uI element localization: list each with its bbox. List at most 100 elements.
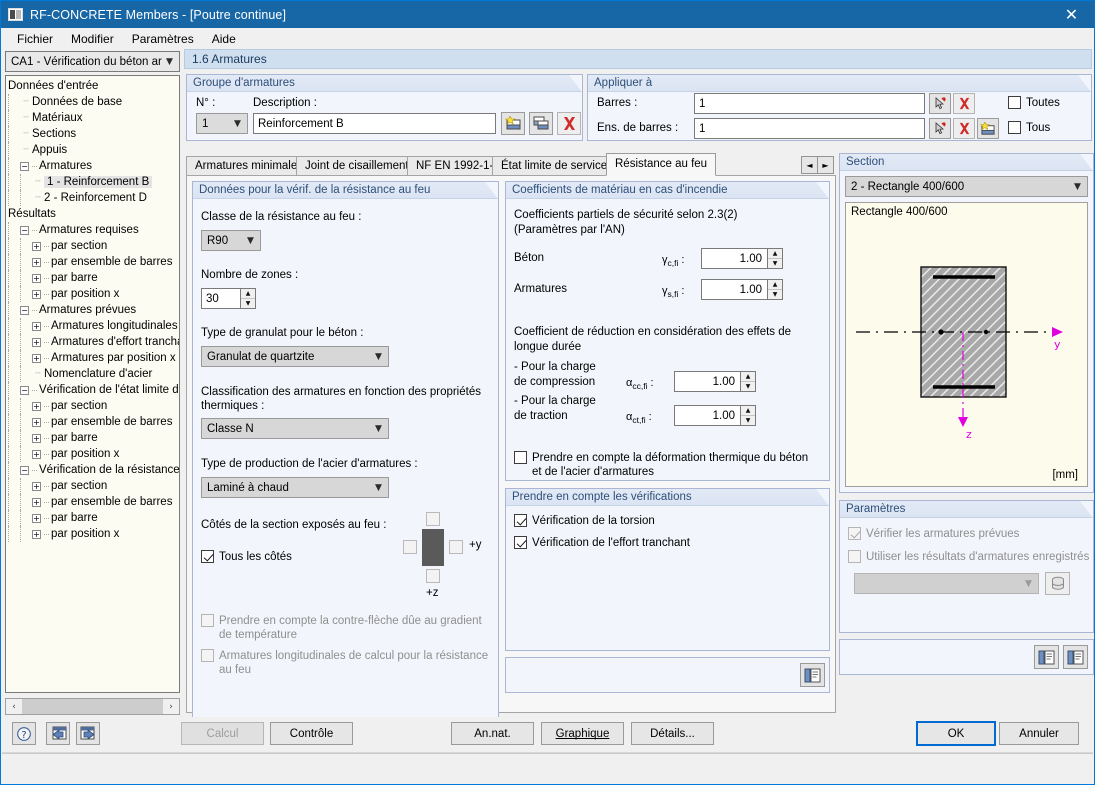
tab-joint-de-cisaillement[interactable]: Joint de cisaillement	[296, 156, 418, 175]
tree-item[interactable]: + par barre	[8, 510, 179, 526]
tree-item[interactable]: Résultats	[8, 206, 179, 222]
clear-bars-icon[interactable]	[953, 93, 975, 114]
tree-expand-icon[interactable]: +	[32, 449, 41, 459]
tree-expand-icon[interactable]: +	[32, 401, 41, 411]
reinforcement-spin-buttons[interactable]: ▲ ▼	[767, 279, 783, 300]
tree-expand-icon[interactable]: +	[32, 289, 41, 299]
spin-down-icon[interactable]: ▼	[768, 259, 782, 268]
tree-item[interactable]: + par section	[8, 398, 179, 414]
tree-item[interactable]: ┄ 1 - Reinforcement B	[8, 174, 179, 190]
steel-production-combo[interactable]: Laminé à chaud ▼	[201, 477, 389, 498]
aggregate-combo[interactable]: Granulat de quartzite ▼	[201, 346, 389, 367]
tree-item[interactable]: ┄ 2 - Reinforcement D	[8, 190, 179, 206]
database-icon[interactable]	[1045, 572, 1070, 595]
tree-collapse-icon[interactable]: −	[20, 161, 29, 171]
alpha-ct-input[interactable]: 1.00	[674, 405, 740, 426]
tree-expand-icon[interactable]: +	[32, 353, 41, 363]
tree-collapse-icon[interactable]: −	[20, 225, 29, 235]
menu-item-fichier[interactable]: Fichier	[8, 30, 62, 48]
spin-up-icon[interactable]: ▲	[741, 372, 755, 382]
spin-down-icon[interactable]: ▼	[741, 416, 755, 425]
tree-item[interactable]: + par ensemble de barres	[8, 494, 179, 510]
tree-expand-icon[interactable]: +	[32, 337, 41, 347]
alpha-ct-stepper[interactable]: 1.00 ▲ ▼	[674, 405, 756, 426]
an-nat-button[interactable]: An.nat.	[451, 722, 534, 745]
graphique-button[interactable]: Graphique	[541, 722, 624, 745]
tree-item[interactable]: − Vérification de la résistance au	[8, 462, 179, 478]
tab-prev-icon[interactable]: ◄	[801, 156, 818, 174]
scroll-left-icon[interactable]: ‹	[6, 702, 22, 712]
classification-combo[interactable]: Classe N ▼	[201, 418, 389, 439]
new-bar-set-icon[interactable]	[977, 118, 999, 139]
tree-item[interactable]: + Armatures longitudinales	[8, 318, 179, 334]
details-button[interactable]: Détails...	[631, 722, 714, 745]
calcul-button[interactable]: Calcul	[181, 722, 264, 745]
tab-resistance-au-feu[interactable]: Résistance au feu	[606, 153, 717, 176]
tree-item[interactable]: + par barre	[8, 270, 179, 286]
prev-icon[interactable]	[46, 722, 70, 745]
zones-spin-buttons[interactable]: ▲ ▼	[240, 288, 256, 309]
menu-item-modifier[interactable]: Modifier	[62, 30, 123, 48]
tree-expand-icon[interactable]: +	[32, 241, 41, 251]
bar-sets-input[interactable]: 1	[694, 118, 925, 139]
next-icon[interactable]	[76, 722, 100, 745]
alpha-ct-spin-buttons[interactable]: ▲ ▼	[740, 405, 756, 426]
tree-expand-icon[interactable]: +	[32, 321, 41, 331]
tree-item[interactable]: − Armatures requises	[8, 222, 179, 238]
exposure-bottom-checkbox[interactable]	[426, 569, 440, 583]
tree-collapse-icon[interactable]: −	[20, 385, 29, 395]
long-reinforcement-checkbox[interactable]: Armatures longitudinales de calcul pour …	[201, 649, 493, 677]
ok-button[interactable]: OK	[916, 721, 996, 746]
section-preview[interactable]: Rectangle 400/600 y z [mm]	[845, 202, 1088, 487]
tree-expand-icon[interactable]: +	[32, 273, 41, 283]
fire-class-combo[interactable]: R90 ▼	[201, 230, 261, 251]
tree-item[interactable]: + par position x	[8, 526, 179, 542]
pick-bars-icon[interactable]	[929, 93, 951, 114]
alpha-cc-input[interactable]: 1.00	[674, 371, 740, 392]
menu-item-aide[interactable]: Aide	[203, 30, 245, 48]
alpha-cc-spin-buttons[interactable]: ▲ ▼	[740, 371, 756, 392]
tree-item[interactable]: −Vérification de l'état limite de se	[8, 382, 179, 398]
exposure-left-checkbox[interactable]	[403, 540, 417, 554]
concrete-spin-buttons[interactable]: ▲ ▼	[767, 248, 783, 269]
spin-up-icon[interactable]: ▲	[241, 289, 255, 299]
concrete-gamma-input[interactable]: 1.00	[701, 248, 767, 269]
spin-up-icon[interactable]: ▲	[768, 249, 782, 259]
thermal-deformation-checkbox[interactable]: Prendre en compte la déformation thermiq…	[514, 451, 819, 479]
camber-checkbox[interactable]: Prendre en compte la contre-flèche dûe a…	[201, 614, 493, 642]
delete-group-icon[interactable]	[557, 112, 581, 135]
spin-down-icon[interactable]: ▼	[241, 299, 255, 308]
all-bars-checkbox[interactable]: Toutes	[1008, 96, 1060, 109]
menu-item-parametres[interactable]: Paramètres	[123, 30, 203, 48]
bars-input[interactable]: 1	[694, 93, 925, 114]
tree-item[interactable]: ┄ Nomenclature d'acier	[8, 366, 179, 382]
scroll-thumb[interactable]	[22, 699, 163, 714]
tab-armatures-minimales[interactable]: Armatures minimales	[186, 156, 312, 175]
tree-expand-icon[interactable]: +	[32, 529, 41, 539]
verify-reinforcement-checkbox[interactable]: Vérifier les armatures prévues	[848, 527, 1019, 540]
navigator-tree[interactable]: Données d'entrée ┄ Données de base ┄ Matéria…	[5, 75, 180, 693]
controle-button[interactable]: Contrôle	[270, 722, 353, 745]
reinforcement-gamma-input[interactable]: 1.00	[701, 279, 767, 300]
pick-bar-sets-icon[interactable]	[929, 118, 951, 139]
tree-collapse-icon[interactable]: −	[20, 465, 29, 475]
reinforcement-gamma-stepper[interactable]: 1.00 ▲ ▼	[701, 279, 783, 300]
exposure-top-checkbox[interactable]	[426, 512, 440, 526]
concrete-gamma-stepper[interactable]: 1.00 ▲ ▼	[701, 248, 783, 269]
tree-item[interactable]: + par position x	[8, 446, 179, 462]
spin-down-icon[interactable]: ▼	[741, 382, 755, 391]
tree-item[interactable]: ┄ Appuis	[8, 142, 179, 158]
all-sets-checkbox[interactable]: Tous	[1008, 121, 1050, 134]
details-icon[interactable]	[800, 663, 825, 687]
navigator-combo[interactable]: CA1 - Vérification du béton arm ▼	[5, 51, 180, 72]
alpha-cc-stepper[interactable]: 1.00 ▲ ▼	[674, 371, 756, 392]
details-icon[interactable]	[1063, 645, 1088, 669]
tree-item[interactable]: + par ensemble de barres	[8, 254, 179, 270]
group-no-combo[interactable]: 1 ▼	[196, 113, 248, 134]
tree-item[interactable]: ┄ Données de base	[8, 94, 179, 110]
tree-item[interactable]: + par section	[8, 238, 179, 254]
torsion-check-checkbox[interactable]: Vérification de la torsion	[514, 514, 655, 527]
copy-group-icon[interactable]	[529, 112, 553, 135]
close-icon[interactable]: ✕	[1049, 1, 1094, 28]
spin-up-icon[interactable]: ▲	[741, 406, 755, 416]
